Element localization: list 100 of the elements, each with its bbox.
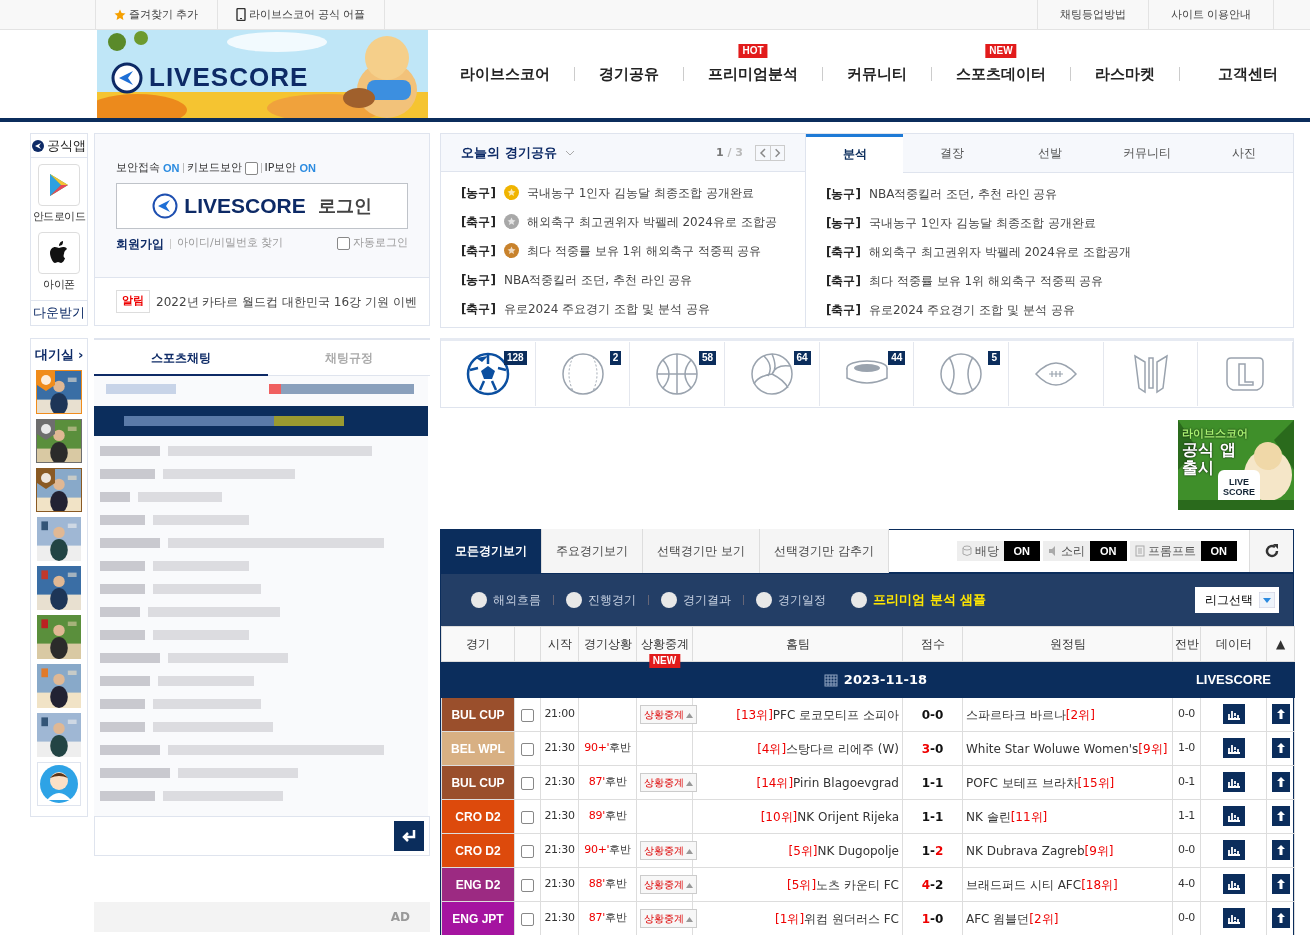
live-relay-button[interactable]: 상황중계 <box>640 773 697 792</box>
board-tab[interactable]: 커뮤니티 <box>1098 134 1196 173</box>
caret-icon <box>686 848 693 854</box>
away-team[interactable]: NK 솔린[11위] <box>966 809 1048 824</box>
nav-link[interactable]: 라이브스코어 <box>454 62 556 86</box>
volleyball-icon[interactable] <box>749 352 794 396</box>
stats-button[interactable] <box>1222 704 1245 724</box>
toggle-switch[interactable]: 프롬프트 ON <box>1129 541 1237 561</box>
pin-up-button[interactable] <box>1271 772 1290 792</box>
document-icon <box>1134 545 1145 557</box>
pin-up-button[interactable] <box>1271 738 1290 758</box>
time-cell: 21:30 <box>540 765 579 800</box>
top-link[interactable]: 채팅등업방법 <box>1036 0 1148 29</box>
row-checkbox[interactable] <box>521 878 534 892</box>
news-link[interactable]: NBA적중킬러 조던, 추천 라인 공유 <box>868 184 1058 203</box>
caret-icon <box>686 712 693 718</box>
nav-link[interactable]: 라스마켓 <box>1089 62 1161 86</box>
pin-up-button[interactable] <box>1271 908 1290 928</box>
news-link[interactable]: 해외축구 최고권위자 박펠레 2024유로 조합공 <box>526 212 777 231</box>
match-tab[interactable]: 모든경기보기 <box>441 529 542 573</box>
news-link[interactable]: 최다 적중률 보유 1위 해외축구 적중픽 공유 <box>868 271 1104 290</box>
stats-button[interactable] <box>1222 772 1245 792</box>
news-link[interactable]: 해외축구 최고권위자 박펠레 2024유로 조합공개 <box>868 242 1131 261</box>
match-status: 87'후반 <box>588 775 627 789</box>
pin-up-button[interactable] <box>1271 874 1290 894</box>
refresh-button[interactable] <box>1249 530 1293 572</box>
league-cell: CRO D2 <box>441 799 515 834</box>
match-tab[interactable]: 주요경기보기 <box>542 529 643 573</box>
league-cell: ENG JPT <box>441 901 515 935</box>
waiting-room-link[interactable]: 대기실 › <box>34 345 84 365</box>
live-relay-button[interactable]: 상황중계 <box>640 909 697 928</box>
news-link[interactable]: 최다 적중률 보유 1위 해외축구 적중픽 공유 <box>526 241 762 260</box>
top-link[interactable]: 즐겨찾기 추가 <box>95 0 217 29</box>
toggle-switch[interactable]: 배당 ON <box>956 541 1040 561</box>
arrow-up-icon <box>1275 810 1286 822</box>
row-checkbox[interactable] <box>521 708 534 722</box>
pin-up-button[interactable] <box>1271 704 1290 724</box>
play-icon <box>48 173 70 197</box>
app-label: 안드로이드 <box>32 209 86 225</box>
live-relay-button[interactable]: 상황중계 <box>640 841 697 860</box>
news-link[interactable]: 국내농구 1인자 김농달 최종조합 공개완료 <box>526 183 754 202</box>
baseball-icon[interactable] <box>560 352 605 396</box>
board-tab[interactable]: 결장 <box>903 134 1001 173</box>
score: 0-0 <box>921 707 944 722</box>
filter-radio[interactable]: 해외흐름 <box>471 591 541 609</box>
basketball-icon[interactable] <box>655 352 700 396</box>
chevron-down-icon[interactable] <box>564 149 575 156</box>
board-tab[interactable]: 선발 <box>1000 134 1099 173</box>
stats-button[interactable] <box>1222 840 1245 860</box>
row-checkbox[interactable] <box>521 742 534 756</box>
toggle-switch[interactable]: 소리 ON <box>1043 541 1127 561</box>
news-link[interactable]: 국내농구 1인자 김농달 최종조합 공개완료 <box>868 213 1096 232</box>
notice-link[interactable]: 2022년 카타르 월드컵 대한민국 16강 기원 이벤 <box>156 292 417 311</box>
sort-button[interactable]: ▲ <box>1266 626 1295 662</box>
top-link[interactable]: 라이브스코어 공식 어플 <box>216 0 385 29</box>
nav-link[interactable]: 경기공유 <box>593 62 665 86</box>
pin-up-button[interactable] <box>1271 840 1290 860</box>
tennis-ball-icon[interactable] <box>939 352 984 396</box>
news-link[interactable]: 유로2024 주요경기 조합 및 분석 공유 <box>503 299 710 318</box>
download-link[interactable]: 다운받기 <box>31 300 87 325</box>
half-score: 1-1 <box>1172 799 1201 834</box>
nav-link[interactable]: 커뮤니티 <box>841 62 913 86</box>
stats-button[interactable] <box>1222 874 1245 894</box>
filter-radio[interactable]: 진행경기 <box>566 591 636 609</box>
keyboard-security-checkbox[interactable] <box>244 161 258 175</box>
nav-link[interactable]: 고객센터 <box>1212 62 1284 86</box>
filter-radio[interactable]: 경기결과 <box>661 591 731 609</box>
row-checkbox[interactable] <box>521 810 534 824</box>
league-cell: BUL CUP <box>441 697 515 732</box>
arrow-up-icon <box>1275 742 1286 754</box>
news-link[interactable]: 유로2024 주요경기 조합 및 분석 공유 <box>868 300 1075 319</box>
league-select[interactable]: 리그선택 <box>1195 587 1279 613</box>
nav-link[interactable]: 스포츠데이터 <box>950 62 1052 86</box>
score: 4-2 <box>921 877 944 892</box>
top-link[interactable]: 사이트 이용안내 <box>1147 0 1273 29</box>
row-checkbox[interactable] <box>521 776 534 790</box>
stats-button[interactable] <box>1222 908 1245 928</box>
match-tab[interactable]: 선택경기만 감추기 <box>759 529 889 573</box>
filter-radio[interactable]: 경기일정 <box>756 591 826 609</box>
signup-link[interactable]: 회원가입 <box>116 234 164 253</box>
stats-button[interactable] <box>1222 738 1245 758</box>
away-team[interactable]: AFC 윔블던[2위] <box>966 911 1059 926</box>
row-checkbox[interactable] <box>521 844 534 858</box>
live-relay-button[interactable]: 상황중계 <box>640 705 697 724</box>
pin-up-button[interactable] <box>1271 806 1290 826</box>
app-store-button[interactable] <box>38 231 80 274</box>
auto-login-checkbox[interactable] <box>337 237 350 250</box>
send-button[interactable] <box>394 821 424 851</box>
live-relay-button[interactable]: 상황중계 <box>640 875 697 894</box>
nav-link[interactable]: 프리미엄분석 <box>702 62 804 86</box>
dropdown-caret-icon <box>1259 592 1275 608</box>
match-tab[interactable]: 선택경기만 보기 <box>643 529 760 573</box>
stats-button[interactable] <box>1222 806 1245 826</box>
filter-radio[interactable]: 프리미엄 분석 샘플 <box>851 590 987 610</box>
news-category: [축구] <box>461 300 496 318</box>
board-tab[interactable]: 사진 <box>1195 134 1294 173</box>
row-checkbox[interactable] <box>521 912 534 926</box>
news-link[interactable]: NBA적중킬러 조던, 추천 라인 공유 <box>503 270 693 289</box>
chat-input[interactable] <box>94 816 430 856</box>
login-button[interactable]: LIVESCORE 로그인 <box>116 182 408 229</box>
